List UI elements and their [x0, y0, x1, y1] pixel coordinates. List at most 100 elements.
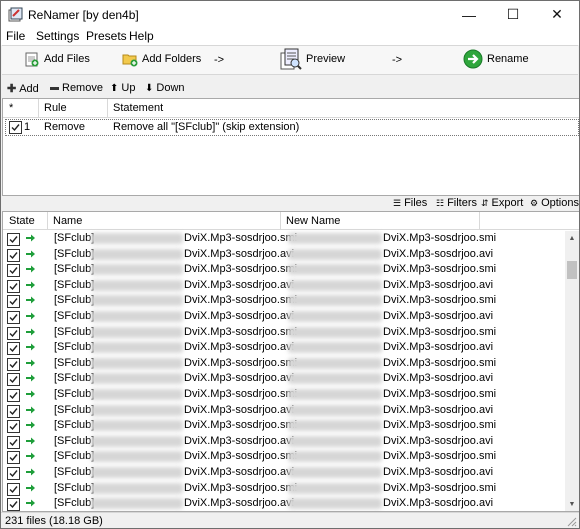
- file-row[interactable]: [SFclub] DviX.Mp3-sosdrjoo.smi DviX.Mp3-so…: [3, 387, 565, 403]
- files-header-new-name[interactable]: New Name: [286, 215, 340, 227]
- rename-button[interactable]: Rename: [463, 49, 529, 69]
- rules-header-statement[interactable]: Statement: [113, 102, 163, 114]
- blurred-new-name-segment: [288, 326, 382, 338]
- preview-label: Preview: [306, 53, 346, 65]
- file-name-suffix: DviX.Mp3-sosdrjoo.smi: [184, 294, 298, 307]
- file-checkbox[interactable]: [7, 279, 20, 293]
- file-row[interactable]: [SFclub] DviX.Mp3-sosdrjoo.avi DviX.Mp3-so…: [3, 340, 565, 356]
- rule-checkbox[interactable]: [9, 121, 22, 134]
- add-rule-button[interactable]: ✚ Add: [7, 82, 39, 96]
- file-row[interactable]: [SFclub] DviX.Mp3-sosdrjoo.smi DviX.Mp3-so…: [3, 481, 565, 497]
- file-checkbox[interactable]: [7, 420, 20, 434]
- file-checkbox[interactable]: [7, 326, 20, 340]
- blurred-name-segment: [91, 388, 183, 400]
- file-checkbox[interactable]: [7, 248, 20, 262]
- file-checkbox[interactable]: [7, 498, 20, 511]
- new-name-suffix: DviX.Mp3-sosdrjoo.avi: [383, 434, 494, 447]
- rules-header-index[interactable]: *: [9, 102, 13, 114]
- file-checkbox[interactable]: [7, 357, 20, 371]
- file-checkbox[interactable]: [7, 451, 20, 465]
- file-row[interactable]: [SFclub] DviX.Mp3-sosdrjoo.avi DviX.Mp3-so…: [3, 278, 565, 294]
- checkmark-icon: [9, 469, 18, 477]
- file-row[interactable]: [SFclub] DviX.Mp3-sosdrjoo.avi DviX.Mp3-so…: [3, 403, 565, 419]
- column-divider: [107, 99, 108, 117]
- minimize-button[interactable]: —: [447, 1, 491, 28]
- close-button[interactable]: ✕: [535, 1, 579, 28]
- add-folders-icon: [122, 54, 138, 67]
- rename-state-arrow-icon: [26, 468, 35, 476]
- export-button[interactable]: ⇵ Export: [481, 197, 523, 209]
- rules-header-rule[interactable]: Rule: [44, 102, 67, 114]
- title-bar: ReNamer [by den4b] — ☐ ✕: [1, 1, 579, 28]
- file-name-prefix: [SFclub]: [54, 356, 95, 369]
- file-row[interactable]: [SFclub] DviX.Mp3-sosdrjoo.avi DviX.Mp3-so…: [3, 371, 565, 387]
- file-checkbox[interactable]: [7, 466, 20, 480]
- arrow-down-icon: ⬇: [145, 82, 154, 94]
- menu-file[interactable]: File: [6, 29, 25, 43]
- file-checkbox[interactable]: [7, 233, 20, 246]
- files-menu-button[interactable]: ☰ Files: [393, 197, 427, 209]
- file-checkbox[interactable]: [7, 295, 20, 309]
- menu-settings[interactable]: Settings: [36, 29, 79, 43]
- file-row[interactable]: [SFclub] DviX.Mp3-sosdrjoo.smi DviX.Mp3-so…: [3, 262, 565, 278]
- file-row[interactable]: [SFclub] DviX.Mp3-sosdrjoo.avi DviX.Mp3-so…: [3, 496, 565, 511]
- new-name-suffix: DviX.Mp3-sosdrjoo.avi: [383, 465, 494, 478]
- menu-presets[interactable]: Presets: [86, 29, 127, 43]
- files-header-state[interactable]: State: [9, 215, 35, 227]
- file-checkbox[interactable]: [7, 482, 20, 496]
- file-name-prefix: [SFclub]: [54, 294, 95, 307]
- file-checkbox[interactable]: [7, 264, 20, 278]
- move-up-button[interactable]: ⬆ Up: [110, 82, 135, 94]
- preview-button[interactable]: Preview: [280, 47, 345, 71]
- file-row[interactable]: [SFclub] DviX.Mp3-sosdrjoo.avi DviX.Mp3-so…: [3, 465, 565, 481]
- blurred-name-segment: [91, 264, 183, 276]
- file-row[interactable]: [SFclub] DviX.Mp3-sosdrjoo.avi DviX.Mp3-so…: [3, 434, 565, 450]
- file-name-prefix: [SFclub]: [54, 341, 95, 354]
- move-down-button[interactable]: ⬇ Down: [145, 82, 185, 94]
- file-name-suffix: DviX.Mp3-sosdrjoo.avi: [184, 403, 295, 416]
- window-title: ReNamer [by den4b]: [28, 8, 139, 22]
- file-checkbox[interactable]: [7, 342, 20, 356]
- checkmark-icon: [11, 124, 20, 132]
- rule-row[interactable]: 1 Remove Remove all "[SFclub]" (skip ext…: [5, 119, 579, 136]
- filters-button[interactable]: ☷ Filters: [436, 197, 477, 209]
- blurred-new-name-segment: [288, 466, 382, 478]
- vertical-scrollbar[interactable]: ▲ ▼: [565, 231, 579, 511]
- file-row[interactable]: [SFclub] DviX.Mp3-sosdrjoo.smi DviX.Mp3-so…: [3, 418, 565, 434]
- blurred-name-segment: [91, 233, 183, 244]
- file-row[interactable]: [SFclub] DviX.Mp3-sosdrjoo.smi DviX.Mp3-so…: [3, 325, 565, 341]
- file-checkbox[interactable]: [7, 404, 20, 418]
- resize-grip-icon[interactable]: [567, 517, 577, 527]
- scroll-up-arrow-icon[interactable]: ▲: [565, 231, 579, 245]
- blurred-new-name-segment: [288, 248, 382, 260]
- add-folders-button[interactable]: Add Folders: [122, 51, 201, 67]
- blurred-name-segment: [91, 466, 183, 478]
- toolbar-arrow-1: ->: [214, 54, 225, 66]
- file-checkbox[interactable]: [7, 435, 20, 449]
- file-row[interactable]: [SFclub] DviX.Mp3-sosdrjoo.avi DviX.Mp3-so…: [3, 247, 565, 263]
- menu-help[interactable]: Help: [129, 29, 154, 43]
- blurred-new-name-segment: [288, 498, 382, 510]
- remove-rule-button[interactable]: Remove: [50, 82, 103, 94]
- file-name-prefix: [SFclub]: [54, 419, 95, 432]
- file-row[interactable]: [SFclub] DviX.Mp3-sosdrjoo.smi DviX.Mp3-so…: [3, 293, 565, 309]
- new-name-suffix: DviX.Mp3-sosdrjoo.smi: [383, 232, 497, 244]
- add-files-button[interactable]: Add Files: [24, 51, 90, 67]
- file-checkbox[interactable]: [7, 310, 20, 324]
- new-name-suffix: DviX.Mp3-sosdrjoo.smi: [383, 356, 497, 369]
- file-row[interactable]: [SFclub] DviX.Mp3-sosdrjoo.smi DviX.Mp3-so…: [3, 231, 565, 247]
- file-checkbox[interactable]: [7, 373, 20, 387]
- file-checkbox[interactable]: [7, 388, 20, 402]
- file-row[interactable]: [SFclub] DviX.Mp3-sosdrjoo.smi DviX.Mp3-so…: [3, 449, 565, 465]
- rule-index: 1: [24, 121, 31, 133]
- scroll-down-arrow-icon[interactable]: ▼: [565, 497, 579, 511]
- scrollbar-thumb[interactable]: [567, 261, 577, 279]
- checkmark-icon: [9, 314, 18, 322]
- options-button[interactable]: ⚙ Options: [530, 197, 579, 209]
- maximize-button[interactable]: ☐: [491, 1, 535, 28]
- files-header-name[interactable]: Name: [53, 215, 82, 227]
- new-name-suffix: DviX.Mp3-sosdrjoo.avi: [383, 247, 494, 260]
- file-row[interactable]: [SFclub] DviX.Mp3-sosdrjoo.smi DviX.Mp3-so…: [3, 356, 565, 372]
- checkmark-icon: [9, 298, 18, 306]
- file-row[interactable]: [SFclub] DviX.Mp3-sosdrjoo.avi DviX.Mp3-so…: [3, 309, 565, 325]
